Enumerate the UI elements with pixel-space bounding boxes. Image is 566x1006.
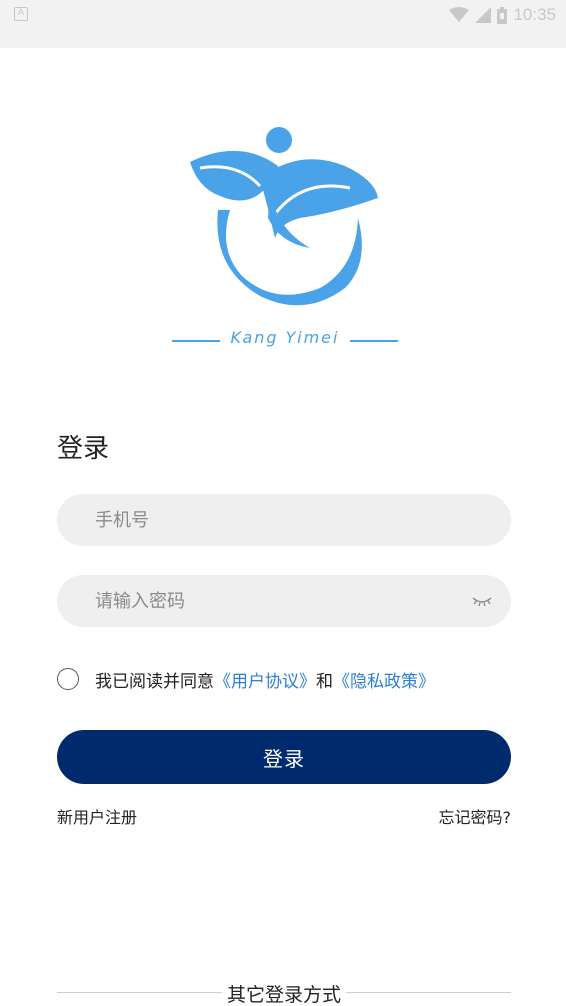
password-field[interactable] <box>57 575 511 627</box>
status-bar: A 10:35 <box>0 0 566 48</box>
user-agreement-link[interactable]: 《用户协议》 <box>214 667 316 692</box>
privacy-policy-link[interactable]: 《隐私政策》 <box>333 667 435 692</box>
agreement-and: 和 <box>316 671 333 692</box>
signal-icon <box>475 7 492 23</box>
other-login-label: 其它登录方式 <box>226 984 341 1006</box>
logo-text: Kang Yimei <box>230 328 340 347</box>
logo-divider-right <box>350 340 398 342</box>
leaf-logo-icon <box>190 127 378 306</box>
notification-icon-letter: A <box>17 8 25 18</box>
agreement-text: 我已阅读并同意 <box>95 671 214 692</box>
eye-closed-icon[interactable] <box>471 593 493 609</box>
register-link[interactable]: 新用户注册 <box>57 804 137 828</box>
status-icons: 10:35 <box>449 4 556 26</box>
login-button[interactable]: 登录 <box>57 730 511 784</box>
phone-field[interactable] <box>57 494 511 546</box>
page-title: 登录 <box>57 434 110 464</box>
agreement-row: 我已阅读并同意 《用户协议》 和 《隐私政策》 <box>57 666 435 692</box>
notification-icon: A <box>14 7 28 21</box>
forgot-password-link[interactable]: 忘记密码? <box>439 804 512 828</box>
password-input[interactable] <box>95 575 455 627</box>
agreement-checkbox[interactable] <box>57 668 79 690</box>
other-divider-right <box>346 992 511 993</box>
wifi-icon <box>449 7 470 22</box>
status-time: 10:35 <box>513 5 556 24</box>
battery-icon <box>497 6 508 24</box>
other-login-section: 其它登录方式 <box>57 980 511 1006</box>
brand-logo: Kang Yimei <box>160 118 410 358</box>
phone-input[interactable] <box>95 494 455 546</box>
